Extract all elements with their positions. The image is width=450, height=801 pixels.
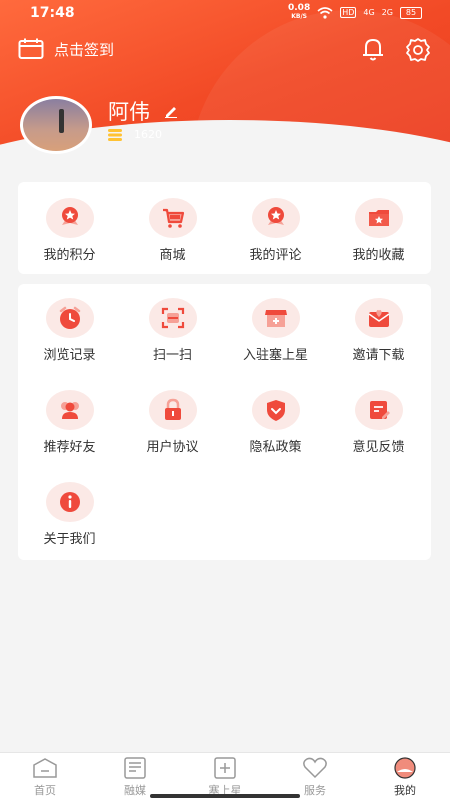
status-time: 17:48 [30, 5, 75, 21]
coins-row: 1620 [108, 128, 162, 141]
avatar[interactable] [20, 96, 92, 154]
signal-2g: 2G [381, 8, 393, 17]
quick-item-mall[interactable]: 商城 [121, 198, 224, 263]
user-name: 阿伟 [108, 100, 150, 124]
calendar-icon [18, 38, 44, 59]
status-bar: 17:48 0.08 KB/S HD 4G 2G 85 [0, 0, 450, 28]
service-item-recommend[interactable]: 推荐好友 [18, 390, 121, 455]
quick-item-comments[interactable]: 我的评论 [224, 198, 327, 263]
wifi-icon [317, 6, 333, 19]
service-item-history[interactable]: 浏览记录 [18, 298, 121, 363]
bell-icon[interactable] [360, 36, 386, 62]
network-speed: 0.08 KB/S [288, 3, 311, 21]
edit-icon[interactable] [164, 104, 178, 118]
tab-mine[interactable]: 我的 [360, 757, 450, 798]
info-icon [45, 482, 94, 522]
quick-item-favorites[interactable]: 我的收藏 [327, 198, 430, 263]
checkin-button[interactable]: 点击签到 [18, 38, 114, 60]
shield-icon [251, 390, 300, 430]
profile-avatar-icon [394, 757, 416, 779]
coin-count: 1620 [134, 128, 162, 141]
service-item-invite[interactable]: 邀请下载 [327, 298, 430, 363]
service-item-privacy[interactable]: 隐私政策 [224, 390, 327, 455]
coin-stack-icon [108, 128, 122, 141]
plus-square-icon [214, 757, 236, 779]
medal-icon [45, 198, 94, 238]
scan-icon [148, 298, 197, 338]
clock-icon [45, 298, 94, 338]
service-item-about[interactable]: 关于我们 [18, 482, 121, 547]
home-icon [33, 758, 57, 778]
battery-indicator: 85 [400, 6, 422, 19]
friends-icon [45, 390, 94, 430]
heart-icon [303, 757, 327, 779]
medal-icon [251, 198, 300, 238]
tab-saishangxing[interactable]: 塞上星 [180, 757, 270, 798]
checkin-label: 点击签到 [54, 40, 115, 59]
service-item-settle-in[interactable]: 入驻塞上星 [224, 298, 327, 363]
news-icon [124, 757, 146, 779]
feedback-icon [354, 390, 403, 430]
services-card: 浏览记录 扫一扫 入驻塞上星 邀请下载 推荐好友 用户协议 隐私政策 意见反馈 … [18, 284, 431, 560]
service-item-scan[interactable]: 扫一扫 [121, 298, 224, 363]
tab-home[interactable]: 首页 [0, 757, 90, 798]
lock-icon [148, 390, 197, 430]
tab-media[interactable]: 融媒 [90, 757, 180, 798]
cart-icon [148, 198, 197, 238]
top-bar: 点击签到 [0, 36, 450, 66]
gear-icon[interactable] [404, 36, 432, 64]
signal-4g: 4G [363, 8, 375, 17]
tab-service[interactable]: 服务 [270, 757, 360, 798]
hd-badge: HD [340, 7, 357, 18]
shop-icon [251, 298, 300, 338]
quick-actions-card: 我的积分 商城 我的评论 我的收藏 [18, 182, 431, 274]
service-item-user-agreement[interactable]: 用户协议 [121, 390, 224, 455]
service-item-feedback[interactable]: 意见反馈 [327, 390, 430, 455]
mail-heart-icon [354, 298, 403, 338]
user-name-row: 阿伟 [108, 96, 178, 126]
quick-item-points[interactable]: 我的积分 [18, 198, 121, 263]
folder-star-icon [354, 198, 403, 238]
home-indicator [150, 794, 300, 798]
